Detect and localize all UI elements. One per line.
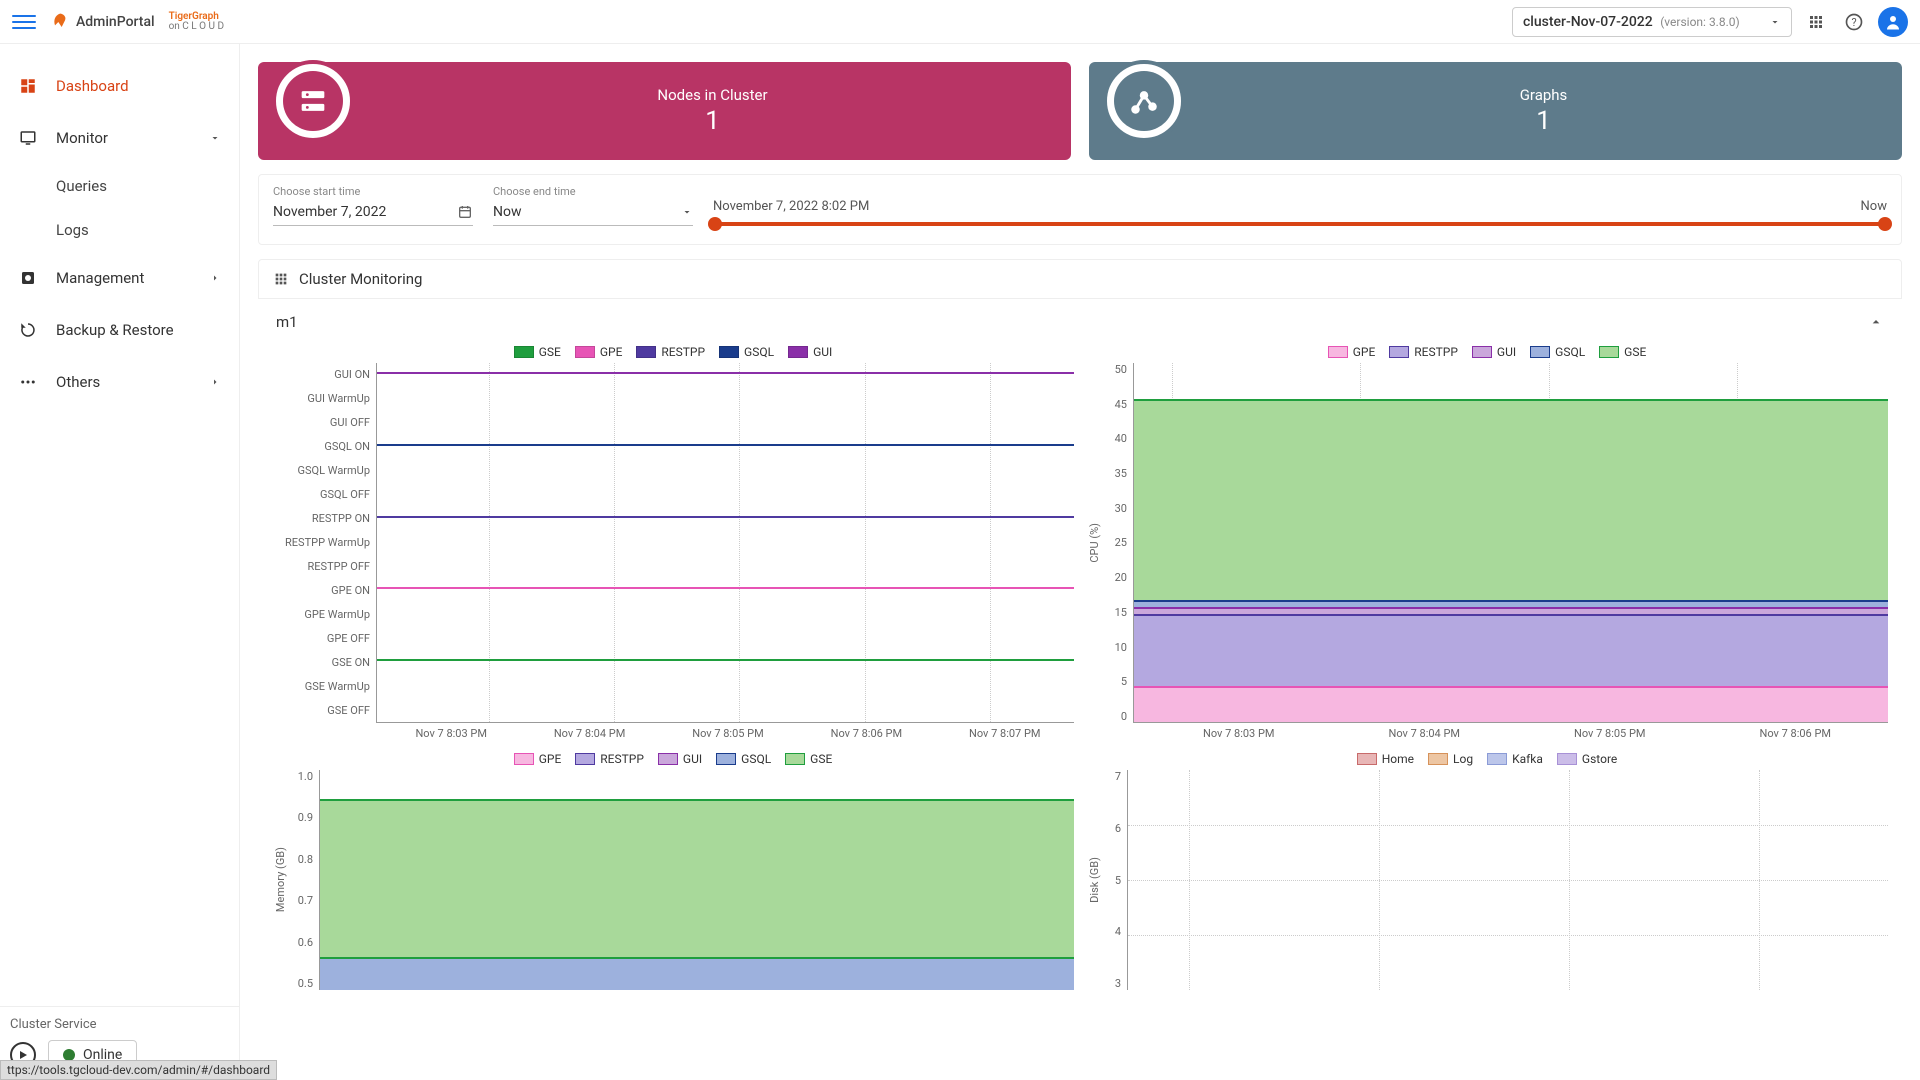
chevron-down-icon	[681, 206, 693, 218]
main-content: Nodes in Cluster 1 Graphs 1 Choose start…	[240, 44, 1920, 1080]
cluster-service-label: Cluster Service	[10, 1017, 229, 1032]
sidebar-item-logs[interactable]: Logs	[0, 208, 239, 252]
y-axis: GUI ONGUI WarmUpGUI OFF GSQL ONGSQL Warm…	[272, 363, 376, 723]
y-axis: 1.00.90.80.70.60.5	[289, 770, 319, 990]
brand: AdminPortal TigerGraph on C L O U D	[50, 12, 224, 32]
slider-thumb-left[interactable]	[708, 217, 722, 231]
more-icon	[18, 372, 38, 392]
cluster-name: cluster-Nov-07-2022	[1523, 14, 1653, 30]
sidebar-item-monitor[interactable]: Monitor	[0, 112, 239, 164]
slider-start-label: November 7, 2022 8:02 PM	[713, 199, 869, 214]
field-value: November 7, 2022	[273, 204, 386, 220]
x-axis: Nov 7 8:03 PMNov 7 8:04 PMNov 7 8:05 PMN…	[272, 727, 1074, 740]
cluster-selector[interactable]: cluster-Nov-07-2022 (version: 3.8.0)	[1512, 7, 1792, 37]
chart-service-status: GSE GPE RESTPP GSQL GUI GUI ONGUI WarmUp…	[272, 345, 1074, 740]
node-row[interactable]: m1	[258, 299, 1902, 345]
help-icon[interactable]: ?	[1840, 8, 1868, 36]
sidebar-item-label: Backup & Restore	[56, 321, 221, 339]
legend-disk: Home Log Kafka Gstore	[1086, 752, 1888, 766]
end-time-field[interactable]: Choose end time Now	[493, 185, 693, 226]
sidebar-item-label: Queries	[56, 177, 107, 195]
field-label: Choose start time	[273, 185, 473, 198]
appbar: AdminPortal TigerGraph on C L O U D clus…	[0, 0, 1920, 44]
card-graphs[interactable]: Graphs 1	[1089, 62, 1902, 160]
brand-text: AdminPortal	[76, 14, 155, 30]
monitor-icon	[18, 128, 38, 148]
chevron-up-icon	[1868, 314, 1884, 330]
chevron-right-icon	[209, 376, 221, 388]
plot-area	[376, 363, 1074, 723]
chart-cpu: GPE RESTPP GUI GSQL GSE CPU (%) 50454035…	[1086, 345, 1888, 740]
sidebar-item-label: Logs	[56, 221, 89, 239]
status-bar-url: ttps://tools.tgcloud-dev.com/admin/#/das…	[0, 1060, 277, 1080]
sidebar-item-label: Management	[56, 269, 191, 287]
slider-thumb-right[interactable]	[1878, 217, 1892, 231]
card-value: 1	[1185, 106, 1902, 136]
management-icon	[18, 268, 38, 288]
avatar[interactable]	[1878, 7, 1908, 37]
sidebar-item-backup[interactable]: Backup & Restore	[0, 304, 239, 356]
time-range-panel: Choose start time November 7, 2022 Choos…	[258, 174, 1902, 245]
nodes-medal-icon	[272, 60, 354, 142]
sidebar-item-management[interactable]: Management	[0, 252, 239, 304]
legend-status: GSE GPE RESTPP GSQL GUI	[272, 345, 1074, 359]
field-value: Now	[493, 204, 522, 220]
plot-area	[319, 770, 1074, 990]
card-title: Graphs	[1185, 86, 1902, 104]
apps-icon[interactable]	[1802, 8, 1830, 36]
cluster-monitoring-header: Cluster Monitoring	[258, 259, 1902, 299]
sidebar-item-others[interactable]: Others	[0, 356, 239, 408]
time-slider[interactable]: November 7, 2022 8:02 PM Now	[713, 193, 1887, 226]
card-title: Nodes in Cluster	[354, 86, 1071, 104]
tigergraph-logo-icon	[50, 12, 70, 32]
legend-cpu: GPE RESTPP GUI GSQL GSE	[1086, 345, 1888, 359]
chart-memory: GPE RESTPP GUI GSQL GSE Memory (GB) 1.00…	[272, 752, 1074, 990]
sidebar-item-label: Others	[56, 373, 191, 391]
field-label: Choose end time	[493, 185, 693, 198]
plot-area	[1127, 770, 1888, 990]
sidebar-item-label: Dashboard	[56, 77, 221, 95]
start-time-field[interactable]: Choose start time November 7, 2022	[273, 185, 473, 226]
slider-end-label: Now	[1861, 199, 1887, 214]
svg-text:?: ?	[1851, 16, 1856, 29]
graphs-medal-icon	[1103, 60, 1185, 142]
calendar-icon	[457, 204, 473, 220]
card-nodes[interactable]: Nodes in Cluster 1	[258, 62, 1071, 160]
chevron-down-icon	[1769, 16, 1781, 28]
chevron-down-icon	[209, 132, 221, 144]
sidebar-item-label: Monitor	[56, 129, 191, 147]
chart-disk: Home Log Kafka Gstore Disk (GB) 76543	[1086, 752, 1888, 990]
y-axis-label: Memory (GB)	[272, 847, 289, 912]
chevron-right-icon	[209, 272, 221, 284]
y-axis-label: Disk (GB)	[1086, 857, 1103, 903]
sidebar-item-dashboard[interactable]: Dashboard	[0, 60, 239, 112]
card-value: 1	[354, 106, 1071, 136]
legend-memory: GPE RESTPP GUI GSQL GSE	[272, 752, 1074, 766]
brand-subtext: TigerGraph on C L O U D	[169, 12, 224, 32]
cluster-version: (version: 3.8.0)	[1660, 15, 1739, 29]
y-axis: 76543	[1103, 770, 1127, 990]
plot-area	[1133, 363, 1888, 723]
menu-toggle-icon[interactable]	[12, 10, 36, 34]
x-axis: Nov 7 8:03 PMNov 7 8:04 PMNov 7 8:05 PMN…	[1086, 727, 1888, 740]
y-axis-label: CPU (%)	[1086, 523, 1103, 563]
sidebar: Dashboard Monitor Queries Logs Managemen…	[0, 44, 240, 1080]
section-title: Cluster Monitoring	[299, 270, 422, 288]
grid-icon	[273, 271, 289, 287]
slider-track	[713, 222, 1887, 226]
restore-icon	[18, 320, 38, 340]
sidebar-item-queries[interactable]: Queries	[0, 164, 239, 208]
node-name: m1	[276, 313, 298, 331]
dashboard-icon	[18, 76, 38, 96]
y-axis: 50454035302520151050	[1103, 363, 1133, 723]
